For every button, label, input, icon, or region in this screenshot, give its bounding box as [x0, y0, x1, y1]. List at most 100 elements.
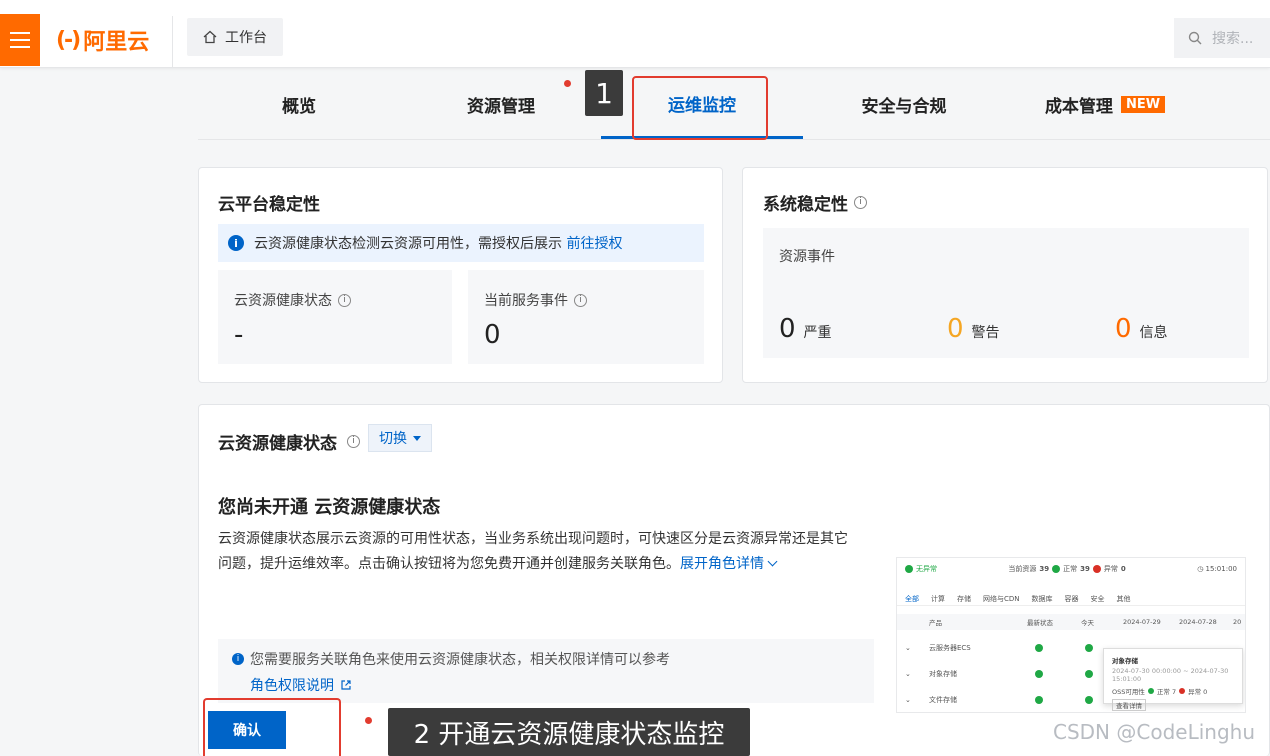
- info-icon[interactable]: i: [854, 196, 867, 209]
- search-input[interactable]: 搜索...: [1174, 18, 1270, 58]
- row-name: 文件存储: [929, 696, 957, 704]
- ok-icon: [1147, 688, 1154, 694]
- info-icon[interactable]: i: [347, 435, 360, 448]
- search-icon: [1188, 31, 1202, 45]
- err-label: 异常: [1103, 565, 1118, 573]
- ok-icon: [1085, 644, 1093, 652]
- col-header: 今天: [1081, 619, 1094, 627]
- expand-role-link[interactable]: 展开角色详情: [680, 556, 778, 572]
- tab-security-compliance[interactable]: 安全与合规: [803, 70, 1005, 139]
- tab-label: 概览: [282, 97, 316, 117]
- row-name: 云服务器ECS: [929, 644, 971, 652]
- err-count: 0: [1120, 565, 1126, 573]
- tab-overview[interactable]: 概览: [198, 70, 400, 139]
- stat-label: 当前服务事件: [484, 293, 568, 309]
- tab-cost-management[interactable]: 成本管理 NEW: [1004, 70, 1206, 139]
- popup-ok: 正常 7: [1156, 688, 1177, 696]
- filter-item: 其他: [1116, 594, 1131, 603]
- description-line-2: 问题，提升运维效率。点击确认按钮将为您免费开通并创建服务关联角色。展开角色详情: [218, 552, 878, 577]
- expand-label: 展开角色详情: [680, 556, 764, 572]
- home-icon: [203, 30, 217, 44]
- role-link-label: 角色权限说明: [250, 678, 334, 694]
- preview-status-text: 无异常: [916, 565, 937, 573]
- card-title-wrap: 系统稳定性 i: [763, 190, 867, 215]
- menu-icon[interactable]: [0, 14, 40, 66]
- col-header: 最新状态: [1027, 619, 1053, 627]
- search-placeholder: 搜索...: [1212, 31, 1254, 47]
- ok-icon: [905, 565, 913, 573]
- description-line: 问题，提升运维效率。点击确认按钮将为您免费开通并创建服务关联角色。: [218, 556, 680, 572]
- preview-header: 产品 最新状态 今天 2024-07-29 2024-07-28 20: [897, 614, 1245, 630]
- total-count: 39: [1039, 565, 1050, 573]
- workbench-button[interactable]: 工作台: [187, 18, 283, 56]
- annotation-dot: [365, 717, 372, 724]
- preview-summary: 无异常 当前资源 39 正常 39 异常 0 ◷ 15:01:00: [897, 564, 1245, 574]
- system-stability-card: 系统稳定性 i 资源事件 0 严重 0 警告 0 信息: [742, 167, 1268, 383]
- stat-label-wrap: 云资源健康状态 i: [234, 290, 351, 310]
- preview-counts: 当前资源 39 正常 39 异常 0: [1008, 564, 1126, 574]
- step2-callout: 2 开通云资源健康状态监控: [388, 708, 750, 756]
- info-icon: i: [232, 653, 244, 665]
- info-icon[interactable]: i: [338, 293, 351, 307]
- auth-notice: i 云资源健康状态检测云资源可用性，需授权后展示 前往授权: [218, 224, 704, 262]
- preview-popup: 对象存储 2024-07-30 00:00:00 ~ 2024-07-30 15…: [1103, 648, 1243, 711]
- severe-count[interactable]: 0 严重: [779, 314, 832, 344]
- popup-err: 异常 0: [1188, 688, 1208, 696]
- preview-time: ◷ 15:01:00: [1197, 565, 1237, 573]
- authorize-link[interactable]: 前往授权: [566, 236, 622, 252]
- popup-title: 对象存储: [1112, 657, 1138, 665]
- aliyun-logo[interactable]: (-) 阿里云: [56, 24, 149, 56]
- col-header: 20: [1233, 618, 1242, 626]
- tab-ops-monitoring[interactable]: 运维监控: [601, 70, 803, 139]
- resource-events-panel: 资源事件 0 严重 0 警告 0 信息: [763, 228, 1249, 358]
- confirm-button[interactable]: 确认: [208, 711, 286, 749]
- resource-events-title: 资源事件: [779, 249, 835, 265]
- popup-metric-row: OSS可用性 正常 7 异常 0: [1112, 686, 1234, 696]
- description: 云资源健康状态展示云资源的可用性状态，当业务系统出现问题时，可快速区分是云资源异…: [218, 527, 878, 577]
- ok-count: 39: [1080, 565, 1090, 573]
- top-bar: (-) 阿里云 工作台 搜索...: [0, 0, 1270, 68]
- switch-dropdown[interactable]: 切换: [368, 424, 432, 452]
- col-header: 产品: [929, 619, 942, 627]
- count-value: 0: [779, 314, 796, 344]
- service-events-stat: 当前服务事件 i 0: [468, 270, 704, 364]
- popup-metric: OSS可用性: [1112, 688, 1145, 696]
- preview-status: 无异常: [905, 564, 937, 574]
- role-permission-link[interactable]: 角色权限说明: [250, 675, 352, 695]
- row-name: 对象存储: [929, 670, 957, 678]
- preview-time-text: 15:01:00: [1205, 565, 1237, 573]
- popup-button: 查看详情: [1112, 699, 1146, 711]
- filter-item: 计算: [931, 594, 945, 603]
- caret-down-icon: [413, 435, 421, 441]
- switch-label: 切换: [379, 431, 407, 447]
- tab-resource-management[interactable]: 资源管理: [400, 70, 602, 139]
- popup-range: 2024-07-30 00:00:00 ~ 2024-07-30 15:01:0…: [1112, 667, 1229, 683]
- tab-label: 成本管理: [1044, 97, 1113, 117]
- stat-value: -: [234, 320, 244, 350]
- filter-item: 存储: [957, 594, 971, 603]
- external-link-icon: [341, 680, 351, 690]
- error-icon: [1179, 688, 1186, 694]
- filter-item: 数据库: [1031, 594, 1053, 603]
- tab-label: 资源管理: [467, 97, 535, 117]
- info-icon[interactable]: i: [574, 293, 587, 307]
- workbench-label: 工作台: [225, 30, 267, 46]
- warning-count[interactable]: 0 警告: [947, 314, 1000, 344]
- filter-item: 全部: [905, 594, 919, 603]
- new-badge: NEW: [1120, 96, 1166, 113]
- chevron-down-icon: [767, 556, 778, 567]
- health-preview-image: 无异常 当前资源 39 正常 39 异常 0 ◷ 15:01:00 全部 计算 存储 …: [896, 557, 1246, 713]
- step1-callout: 1: [585, 70, 623, 116]
- count-label: 信息: [1139, 325, 1168, 341]
- ok-icon: [1035, 670, 1043, 678]
- ok-icon: [1085, 696, 1093, 704]
- stat-label: 云资源健康状态: [234, 293, 332, 309]
- error-icon: [1092, 565, 1101, 573]
- info-count[interactable]: 0 信息: [1115, 314, 1168, 344]
- count-value: 0: [1115, 314, 1132, 344]
- ok-icon: [1035, 644, 1043, 652]
- stat-value: 0: [484, 320, 501, 350]
- card-title: 系统稳定性: [763, 195, 848, 215]
- ok-icon: [1085, 670, 1093, 678]
- ok-icon: [1035, 696, 1043, 704]
